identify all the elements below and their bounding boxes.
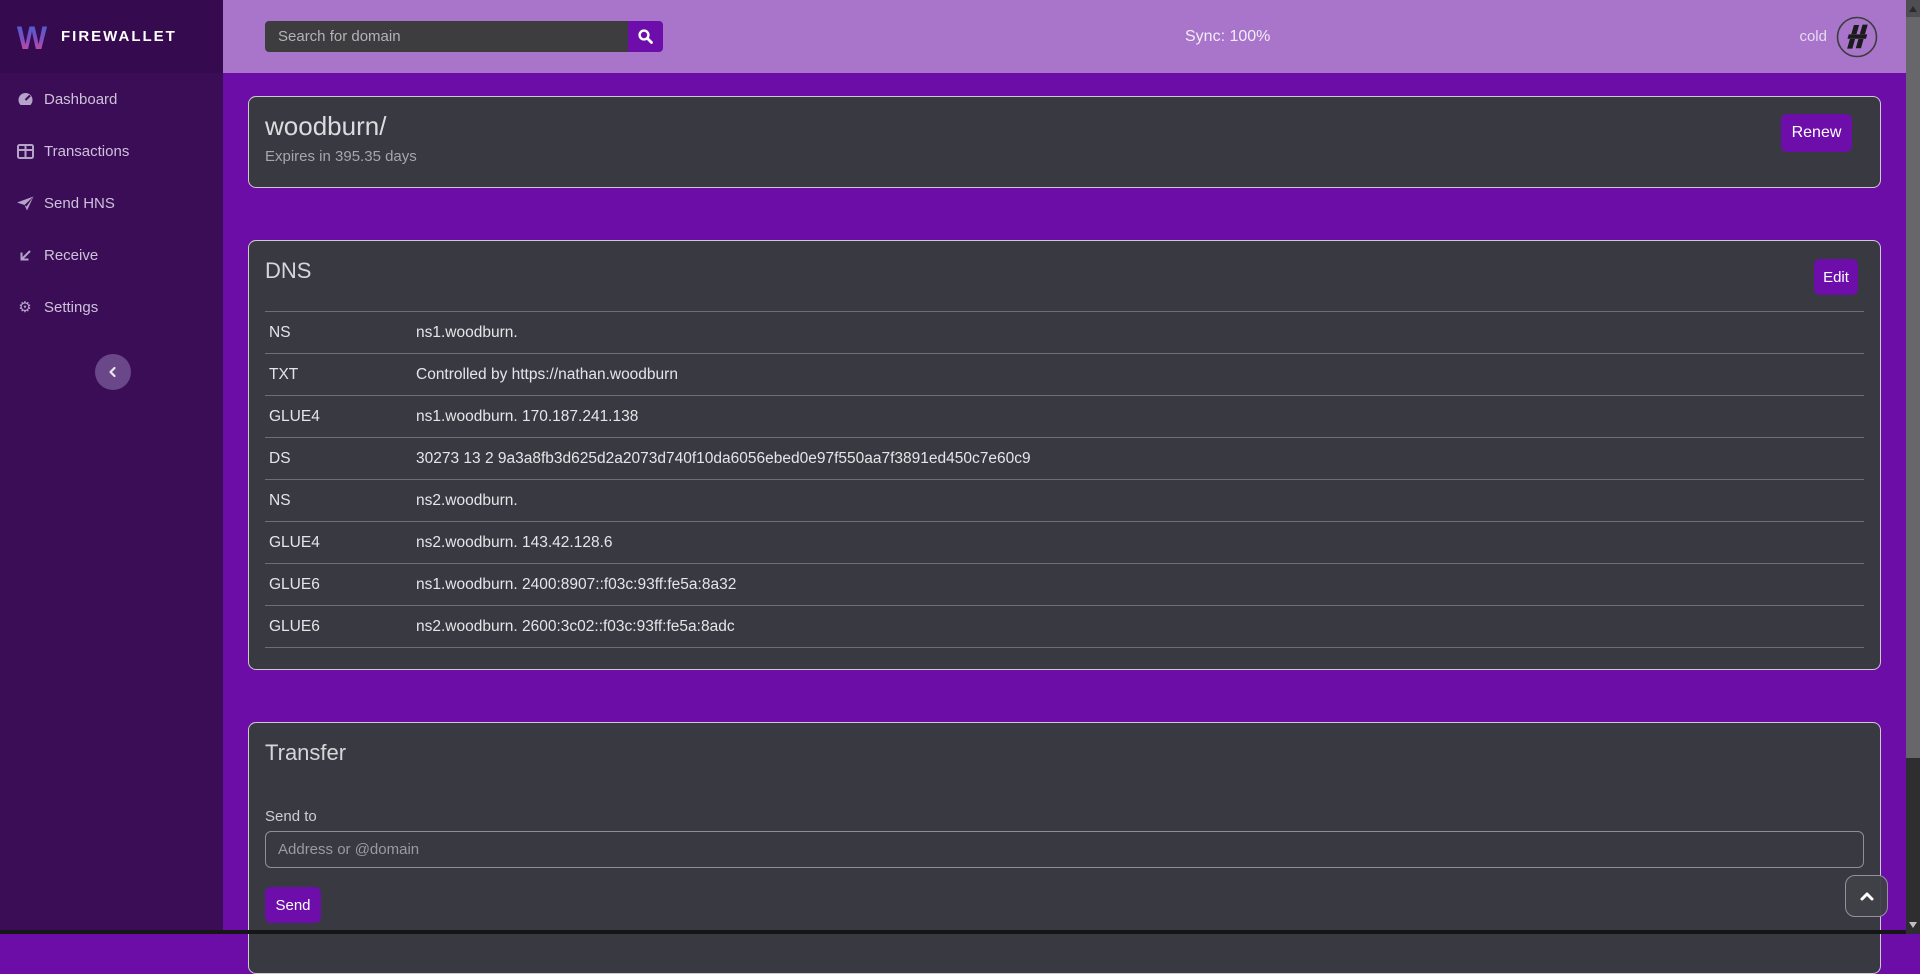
topbar: Sync: 100% cold [223, 0, 1906, 73]
search-button[interactable] [628, 21, 663, 52]
dns-record-value: ns1.woodburn. 2400:8907::f03c:93ff:fe5a:… [416, 576, 1864, 594]
sidebar-item-label: Settings [44, 299, 98, 316]
sidebar: W FIREWALLET Dashboard Transactions Send… [0, 0, 223, 934]
dns-record-value: ns2.woodburn. 2600:3c02::f03c:93ff:fe5a:… [416, 618, 1864, 636]
gauge-icon [16, 91, 34, 108]
paper-plane-icon [16, 196, 34, 211]
sidebar-item-dashboard[interactable]: Dashboard [0, 73, 223, 125]
sidebar-collapse-button[interactable] [95, 354, 131, 390]
brand-title: FIREWALLET [61, 28, 177, 45]
scrollbar-up-arrow-icon[interactable] [1906, 0, 1920, 17]
sidebar-item-label: Send HNS [44, 195, 115, 212]
dns-record-row: GLUE6ns2.woodburn. 2600:3c02::f03c:93ff:… [265, 606, 1864, 648]
dns-title: DNS [265, 241, 1864, 284]
dns-record-row: DS30273 13 2 9a3a8fb3d625d2a2073d740f10d… [265, 438, 1864, 480]
send-button[interactable]: Send [265, 887, 321, 923]
page-scrollbar[interactable] [1906, 0, 1920, 934]
dns-record-value: ns2.woodburn. [416, 492, 1864, 510]
wallet-name: cold [1799, 28, 1827, 45]
send-to-label: Send to [265, 808, 1864, 825]
dns-record-type: GLUE6 [265, 576, 416, 594]
wallet-area: cold [1799, 0, 1878, 73]
renew-button[interactable]: Renew [1781, 114, 1852, 152]
dns-record-value: 30273 13 2 9a3a8fb3d625d2a2073d740f10da6… [416, 450, 1864, 468]
transfer-title: Transfer [265, 723, 1864, 766]
sidebar-item-settings[interactable]: ⚙ Settings [0, 281, 223, 333]
dns-record-value: ns1.woodburn. [416, 324, 1864, 342]
domain-card: woodburn/ Expires in 395.35 days Renew [248, 96, 1881, 188]
sidebar-nav: Dashboard Transactions Send HNS Receive … [0, 73, 223, 333]
dns-record-row: NSns2.woodburn. [265, 480, 1864, 522]
firewallet-logo-icon: W [13, 18, 51, 56]
domain-search [265, 21, 663, 52]
sidebar-item-label: Transactions [44, 143, 129, 160]
sidebar-item-receive[interactable]: Receive [0, 229, 223, 281]
dns-record-type: GLUE4 [265, 534, 416, 552]
chevron-left-icon [106, 365, 120, 379]
window-bottom-edge [0, 930, 1906, 934]
dns-record-value: ns2.woodburn. 143.42.128.6 [416, 534, 1864, 552]
transfer-card: Transfer Send to Send [248, 722, 1881, 974]
scrollbar-down-arrow-icon[interactable] [1906, 918, 1920, 932]
dns-records: NSns1.woodburn.TXTControlled by https://… [265, 311, 1864, 648]
scroll-to-top-button[interactable] [1845, 875, 1888, 917]
table-icon [16, 144, 34, 159]
dns-record-value: Controlled by https://nathan.woodburn [416, 366, 1864, 384]
dns-record-row: NSns1.woodburn. [265, 312, 1864, 354]
dns-record-type: DS [265, 450, 416, 468]
magnifier-icon [637, 28, 654, 45]
sync-status: Sync: 100% [1185, 0, 1270, 73]
dns-record-row: TXTControlled by https://nathan.woodburn [265, 354, 1864, 396]
dns-record-type: TXT [265, 366, 416, 384]
domain-expiry: Expires in 395.35 days [265, 148, 1864, 165]
domain-name: woodburn/ [265, 97, 1864, 141]
handshake-logo-icon[interactable] [1836, 16, 1878, 58]
sidebar-item-label: Receive [44, 247, 98, 264]
dns-record-value: ns1.woodburn. 170.187.241.138 [416, 408, 1864, 426]
sidebar-item-transactions[interactable]: Transactions [0, 125, 223, 177]
transfer-address-input[interactable] [265, 831, 1864, 868]
sidebar-item-label: Dashboard [44, 91, 117, 108]
arrow-down-left-icon [16, 248, 34, 263]
dns-record-row: GLUE4ns2.woodburn. 143.42.128.6 [265, 522, 1864, 564]
dns-record-type: NS [265, 492, 416, 510]
edit-dns-button[interactable]: Edit [1814, 259, 1858, 295]
search-input[interactable] [265, 21, 628, 52]
dns-record-row: GLUE6ns1.woodburn. 2400:8907::f03c:93ff:… [265, 564, 1864, 606]
sidebar-item-send-hns[interactable]: Send HNS [0, 177, 223, 229]
dns-record-row: GLUE4ns1.woodburn. 170.187.241.138 [265, 396, 1864, 438]
sidebar-header: W FIREWALLET [0, 0, 223, 73]
dns-record-type: NS [265, 324, 416, 342]
dns-card: DNS Edit NSns1.woodburn.TXTControlled by… [248, 240, 1881, 670]
dns-record-type: GLUE6 [265, 618, 416, 636]
gear-icon: ⚙ [16, 298, 34, 316]
scrollbar-thumb[interactable] [1906, 17, 1920, 758]
svg-text:W: W [17, 20, 48, 56]
chevron-up-icon [1858, 890, 1876, 902]
dns-record-type: GLUE4 [265, 408, 416, 426]
